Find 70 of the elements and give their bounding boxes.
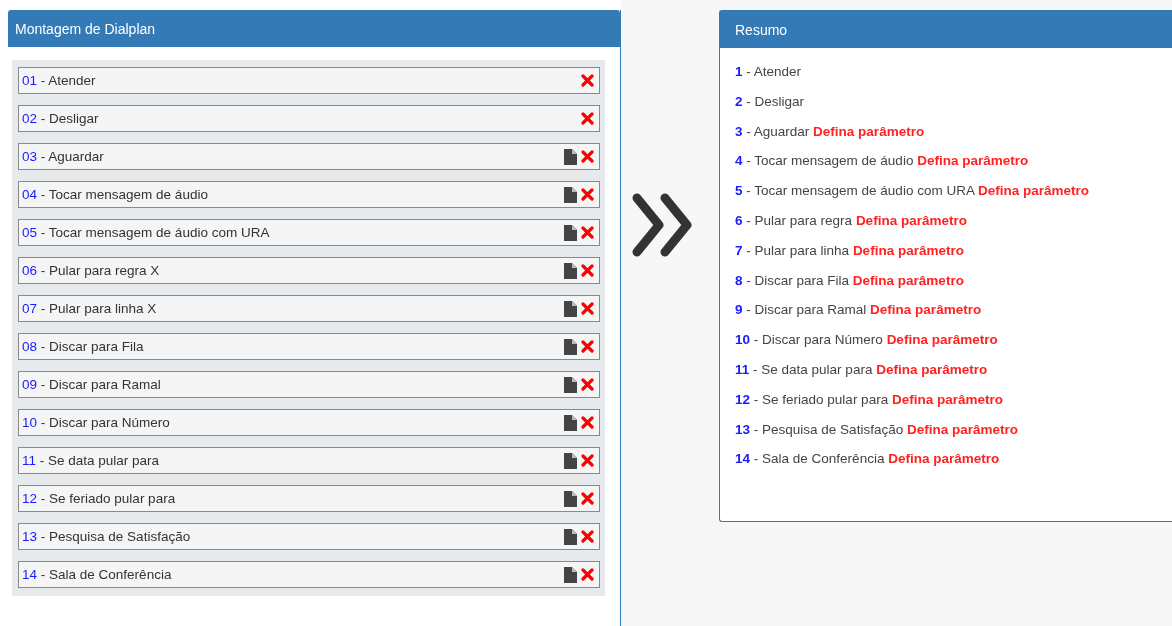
- delete-icon[interactable]: [581, 188, 594, 201]
- step-label: 10 - Discar para Número: [22, 415, 171, 430]
- summary-item: 8 - Discar para Fila Defina parâmetro: [735, 271, 965, 290]
- step-row[interactable]: 01 - Atender: [18, 67, 600, 94]
- file-icon[interactable]: [564, 224, 577, 241]
- summary-item: 14 - Sala de Conferência Defina parâmetro: [735, 450, 1001, 469]
- step-label: 09 - Discar para Ramal: [22, 377, 162, 392]
- delete-icon[interactable]: [581, 74, 594, 87]
- step-row[interactable]: 06 - Pular para regra X: [18, 257, 600, 284]
- file-icon[interactable]: [564, 528, 577, 545]
- file-icon[interactable]: [564, 452, 577, 469]
- panel-title: Resumo: [735, 21, 788, 38]
- delete-icon[interactable]: [581, 454, 594, 467]
- step-row[interactable]: 10 - Discar para Número: [18, 409, 600, 436]
- step-row[interactable]: 02 - Desligar: [18, 105, 600, 132]
- summary-item: 5 - Tocar mensagem de áudio com URA Defina parâmetro: [735, 182, 1090, 201]
- step-label: 13 - Pesquisa de Satisfação: [22, 529, 192, 544]
- step-label: 06 - Pular para regra X: [22, 263, 161, 278]
- file-icon[interactable]: [564, 186, 577, 203]
- summary-item: 9 - Discar para Ramal Defina parâmetro: [735, 301, 983, 320]
- file-icon[interactable]: [564, 338, 577, 355]
- summary-item: 13 - Pesquisa de Satisfação Defina parâmetro: [735, 420, 1019, 439]
- step-row[interactable]: 12 - Se feriado pular para: [18, 485, 600, 512]
- file-icon[interactable]: [564, 376, 577, 393]
- step-label: 11 - Se data pular para: [22, 453, 161, 468]
- step-row[interactable]: 09 - Discar para Ramal: [18, 371, 600, 398]
- step-row[interactable]: 08 - Discar para Fila: [18, 333, 600, 360]
- step-row[interactable]: 11 - Se data pular para: [18, 447, 600, 474]
- summary-item: 7 - Pular para linha Defina parâmetro: [735, 241, 965, 260]
- summary-item: 3 - Aguardar Defina parâmetro: [735, 122, 926, 141]
- summary-item: 6 - Pular para regra Defina parâmetro: [735, 212, 968, 230]
- delete-icon[interactable]: [581, 226, 594, 239]
- delete-icon[interactable]: [581, 416, 594, 429]
- panel-title: Montagem de Dialplan: [15, 20, 156, 37]
- step-row[interactable]: 07 - Pular para linha X: [18, 295, 600, 322]
- delete-icon[interactable]: [581, 530, 594, 543]
- delete-icon[interactable]: [581, 568, 594, 581]
- file-icon[interactable]: [564, 262, 577, 279]
- step-label: 01 - Atender: [22, 73, 97, 88]
- step-label: 03 - Aguardar: [22, 149, 105, 164]
- step-row[interactable]: 03 - Aguardar: [18, 143, 600, 170]
- file-icon[interactable]: [564, 490, 577, 507]
- summary-item: 11 - Se data pular para Defina parâmetro: [735, 360, 989, 379]
- step-label: 07 - Pular para linha X: [22, 301, 158, 316]
- summary-item: 2 - Desligar: [735, 92, 806, 111]
- summary-item: 12 - Se feriado pular para Defina parâmetro: [735, 390, 1004, 409]
- step-label: 12 - Se feriado pular para: [22, 491, 177, 506]
- step-label: 04 - Tocar mensagem de áudio: [22, 187, 209, 202]
- file-icon[interactable]: [564, 566, 577, 583]
- summary-item: 4 - Tocar mensagem de áudio Defina parâmetro: [735, 152, 1030, 171]
- delete-icon[interactable]: [581, 112, 594, 125]
- file-icon[interactable]: [564, 300, 577, 317]
- delete-icon[interactable]: [581, 302, 594, 315]
- step-row[interactable]: 05 - Tocar mensagem de áudio com URA: [18, 219, 600, 246]
- step-label: 05 - Tocar mensagem de áudio com URA: [22, 225, 271, 240]
- delete-icon[interactable]: [581, 492, 594, 505]
- file-icon[interactable]: [564, 414, 577, 431]
- step-row[interactable]: 13 - Pesquisa de Satisfação: [18, 523, 600, 550]
- file-icon[interactable]: [564, 148, 577, 165]
- delete-icon[interactable]: [581, 264, 594, 277]
- delete-icon[interactable]: [581, 340, 594, 353]
- step-row[interactable]: 14 - Sala de Conferência: [18, 561, 600, 588]
- summary-item: 1 - Atender: [735, 63, 803, 81]
- step-label: 14 - Sala de Conferência: [22, 567, 173, 582]
- step-label: 02 - Desligar: [22, 111, 100, 126]
- delete-icon[interactable]: [581, 150, 594, 163]
- delete-icon[interactable]: [581, 378, 594, 391]
- summary-item: 10 - Discar para Número Defina parâmetro: [735, 331, 999, 350]
- step-row[interactable]: 04 - Tocar mensagem de áudio: [18, 181, 600, 208]
- step-label: 08 - Discar para Fila: [22, 339, 145, 354]
